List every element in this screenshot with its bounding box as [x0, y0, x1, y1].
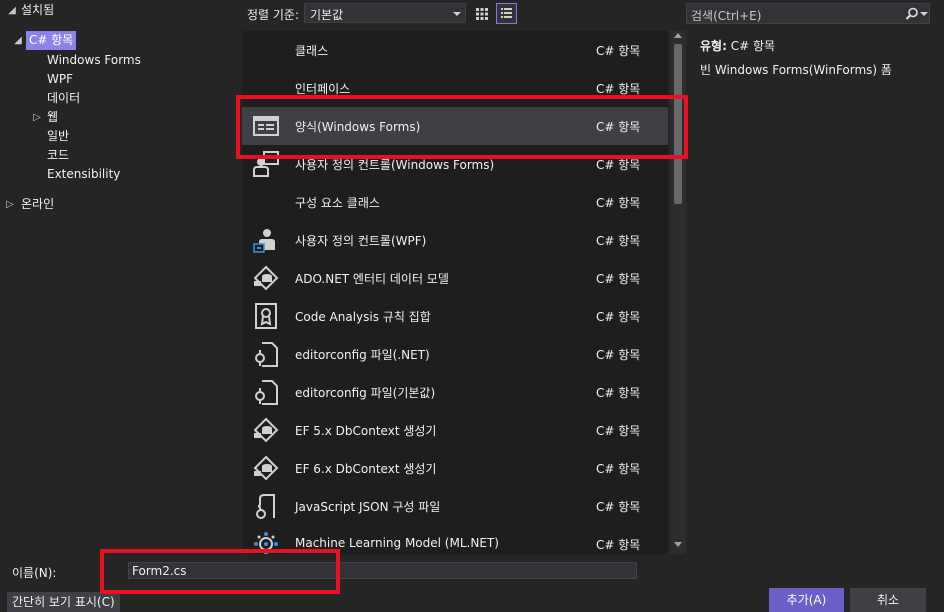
template-language: C# 항목 [596, 234, 641, 248]
name-label: 이름(N): [12, 566, 57, 580]
template-language: C# 항목 [596, 500, 641, 514]
template-name: ADO.NET 엔터티 데이터 모델 [295, 272, 449, 286]
template-name: EF 6.x DbContext 생성기 [295, 462, 437, 476]
template-name: 사용자 정의 컨트롤(WPF) [295, 234, 427, 248]
template-item-editorconfig-default[interactable]: editorconfig 파일(기본값) C# 항목 [242, 373, 668, 411]
template-list: 클래스 C# 항목 인터페이스 C# 항목 양식(Windows Forms) … [242, 31, 668, 554]
template-name: editorconfig 파일(.NET) [295, 348, 430, 362]
template-language: C# 항목 [596, 272, 641, 286]
sort-label: 정렬 기준: [247, 8, 300, 22]
config-file-icon [255, 380, 278, 405]
ruleset-icon [255, 303, 277, 329]
template-item-windows-form[interactable]: 양식(Windows Forms) C# 항목 [242, 107, 668, 145]
template-name: Machine Learning Model (ML.NET) [295, 536, 499, 550]
template-item-code-analysis-ruleset[interactable]: Code Analysis 규칙 집합 C# 항목 [242, 297, 668, 335]
template-language: C# 항목 [596, 120, 641, 134]
search-input[interactable]: 검색(Ctrl+E) [691, 7, 761, 24]
tree-item-label: 코드 [47, 148, 70, 162]
chevron-right-icon[interactable]: ▷ [31, 108, 43, 127]
template-item-ef6-dbcontext[interactable]: EF 6.x DbContext 생성기 C# 항목 [242, 449, 668, 487]
tree-item-label: Extensibility [47, 167, 121, 181]
chevron-down-icon[interactable]: ◢ [6, 1, 18, 20]
details-description: 빈 Windows Forms(WinForms) 폼 [700, 63, 892, 77]
template-name: 인터페이스 [295, 82, 351, 96]
scrollbar-thumb[interactable] [674, 44, 682, 204]
template-name: Code Analysis 규칙 집합 [295, 310, 431, 324]
ml-model-icon [254, 532, 278, 554]
template-item-ml-model[interactable]: Machine Learning Model (ML.NET) C# 항목 [242, 525, 668, 554]
search-box[interactable]: 검색(Ctrl+E) [686, 3, 930, 24]
data-model-icon [253, 455, 279, 481]
json-config-icon [256, 494, 275, 519]
user-control-icon [253, 151, 279, 177]
scroll-down-icon[interactable] [674, 542, 682, 547]
chevron-down-icon[interactable] [920, 12, 928, 17]
category-tree [0, 0, 242, 554]
template-language: C# 항목 [596, 462, 641, 476]
details-pane [686, 31, 944, 554]
details-type-label: 유형: [700, 39, 727, 53]
template-name: JavaScript JSON 구성 파일 [295, 500, 441, 514]
template-item-ef5-dbcontext[interactable]: EF 5.x DbContext 생성기 C# 항목 [242, 411, 668, 449]
template-item-user-control-winforms[interactable]: 사용자 정의 컨트롤(Windows Forms) C# 항목 [242, 145, 668, 183]
template-item-user-control-wpf[interactable]: 사용자 정의 컨트롤(WPF) C# 항목 [242, 221, 668, 259]
template-language: C# 항목 [596, 196, 641, 210]
template-item-interface[interactable]: 인터페이스 C# 항목 [242, 69, 668, 107]
compact-view-button[interactable]: 간단히 보기 표시(C) [7, 592, 120, 612]
tree-csharp-items[interactable]: ◢ C# 항목 [12, 31, 236, 50]
cancel-button[interactable]: 취소 [850, 588, 926, 612]
details-type-value: C# 항목 [730, 39, 776, 53]
scroll-up-icon[interactable] [674, 33, 682, 38]
template-item-json-config[interactable]: JavaScript JSON 구성 파일 C# 항목 [242, 487, 668, 525]
data-model-icon [253, 417, 279, 443]
list-view-icon [501, 8, 512, 18]
template-name: 양식(Windows Forms) [295, 120, 421, 134]
grid-view-icon [476, 8, 488, 20]
template-item-editorconfig-net[interactable]: editorconfig 파일(.NET) C# 항목 [242, 335, 668, 373]
template-language: C# 항목 [596, 158, 641, 172]
sort-dropdown[interactable]: 기본값 [304, 3, 466, 23]
tree-item-label: 데이터 [47, 91, 81, 105]
name-field[interactable] [128, 562, 637, 579]
template-language: C# 항목 [596, 424, 641, 438]
template-name: 구성 요소 클래스 [295, 196, 380, 210]
template-name: 사용자 정의 컨트롤(Windows Forms) [295, 158, 495, 172]
form-icon [253, 116, 279, 136]
chevron-down-icon[interactable]: ◢ [12, 31, 24, 50]
tree-item-web[interactable]: ▷ 웹 [31, 108, 131, 127]
data-model-icon [253, 265, 279, 291]
grid-view-button[interactable] [472, 3, 492, 23]
tree-item-label: 웹 [47, 110, 59, 124]
search-icon[interactable] [905, 7, 919, 21]
template-language: C# 항목 [596, 538, 641, 552]
config-file-icon [255, 342, 278, 367]
template-name: editorconfig 파일(기본값) [295, 386, 436, 400]
tree-item-label: 일반 [47, 129, 70, 143]
tree-installed[interactable]: ◢ 설치됨 [6, 1, 236, 20]
template-language: C# 항목 [596, 310, 641, 324]
template-item-ado-net-model[interactable]: ADO.NET 엔터티 데이터 모델 C# 항목 [242, 259, 668, 297]
template-item-component-class[interactable]: 구성 요소 클래스 C# 항목 [242, 183, 668, 221]
template-language: C# 항목 [596, 348, 641, 362]
chevron-right-icon[interactable]: ▷ [4, 195, 16, 214]
template-language: C# 항목 [596, 82, 641, 96]
template-language: C# 항목 [596, 44, 641, 58]
tree-item-label: WPF [47, 72, 74, 86]
tree-csharp-items-label: C# 항목 [26, 31, 77, 50]
template-name: EF 5.x DbContext 생성기 [295, 424, 437, 438]
sort-value: 기본값 [310, 8, 344, 22]
tree-item-label: Windows Forms [47, 53, 141, 67]
tree-online[interactable]: ▷ 온라인 [4, 195, 104, 214]
list-view-button[interactable] [496, 3, 517, 24]
tree-installed-label: 설치됨 [21, 3, 55, 17]
add-button[interactable]: 추가(A) [769, 588, 844, 612]
wpf-user-control-icon [253, 229, 275, 253]
template-name: 클래스 [295, 44, 329, 58]
tree-online-label: 온라인 [21, 197, 55, 211]
template-item-class[interactable]: 클래스 C# 항목 [242, 31, 668, 69]
details-type: 유형: C# 항목 [700, 37, 775, 54]
chevron-down-icon [453, 12, 461, 16]
template-language: C# 항목 [596, 386, 641, 400]
